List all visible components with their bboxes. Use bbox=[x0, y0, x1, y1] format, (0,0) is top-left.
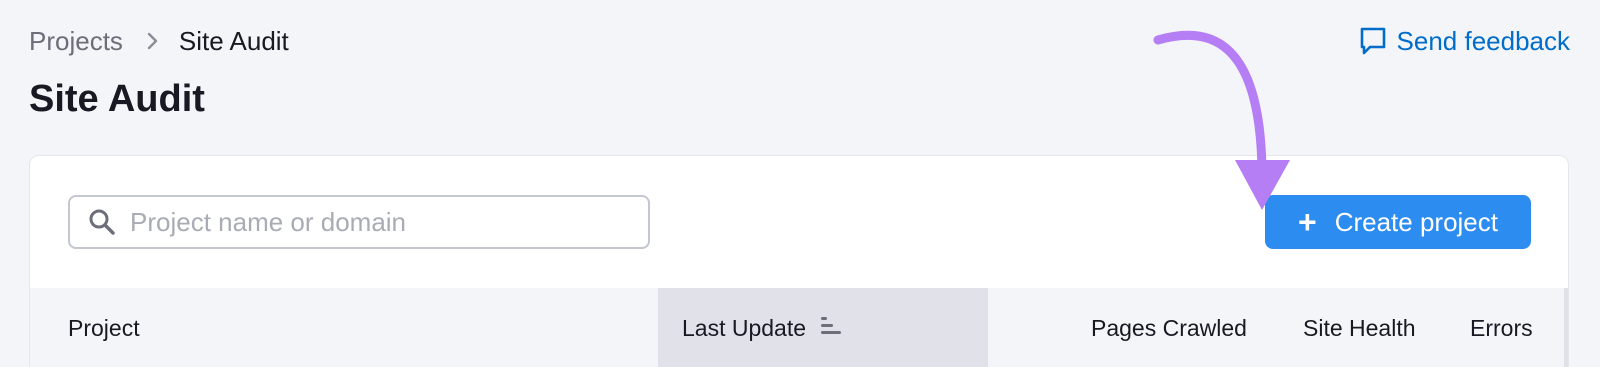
breadcrumb: Projects Site Audit bbox=[29, 26, 289, 56]
search-icon bbox=[88, 208, 116, 236]
create-project-button[interactable]: + Create project bbox=[1265, 195, 1531, 249]
send-feedback-label: Send feedback bbox=[1396, 26, 1570, 56]
table-header: Project Last Update Pages Crawled Site H… bbox=[30, 288, 1568, 367]
column-header-pages-crawled[interactable]: Pages Crawled bbox=[1091, 315, 1247, 342]
breadcrumb-current: Site Audit bbox=[178, 26, 289, 56]
projects-card: + Create project Project Last Update Pag… bbox=[29, 155, 1569, 367]
plus-icon: + bbox=[1298, 204, 1317, 240]
column-header-site-health[interactable]: Site Health bbox=[1303, 315, 1416, 342]
page-title: Site Audit bbox=[29, 78, 205, 120]
search-input[interactable] bbox=[130, 206, 610, 238]
chevron-right-icon bbox=[147, 32, 159, 50]
sort-icon bbox=[820, 315, 844, 342]
site-audit-page: Projects Site Audit Site Audit Send feed… bbox=[0, 0, 1600, 367]
send-feedback-link[interactable]: Send feedback bbox=[1359, 26, 1570, 56]
breadcrumb-projects-link[interactable]: Projects bbox=[29, 26, 123, 56]
create-project-label: Create project bbox=[1334, 206, 1498, 237]
column-header-errors[interactable]: Errors bbox=[1470, 315, 1533, 342]
column-header-project[interactable]: Project bbox=[68, 315, 140, 342]
column-header-last-update-label: Last Update bbox=[682, 314, 807, 341]
search-box bbox=[68, 195, 650, 249]
chat-bubble-icon bbox=[1359, 26, 1387, 56]
column-header-last-update[interactable]: Last Update bbox=[658, 288, 988, 367]
scrollbar[interactable] bbox=[1564, 288, 1568, 367]
